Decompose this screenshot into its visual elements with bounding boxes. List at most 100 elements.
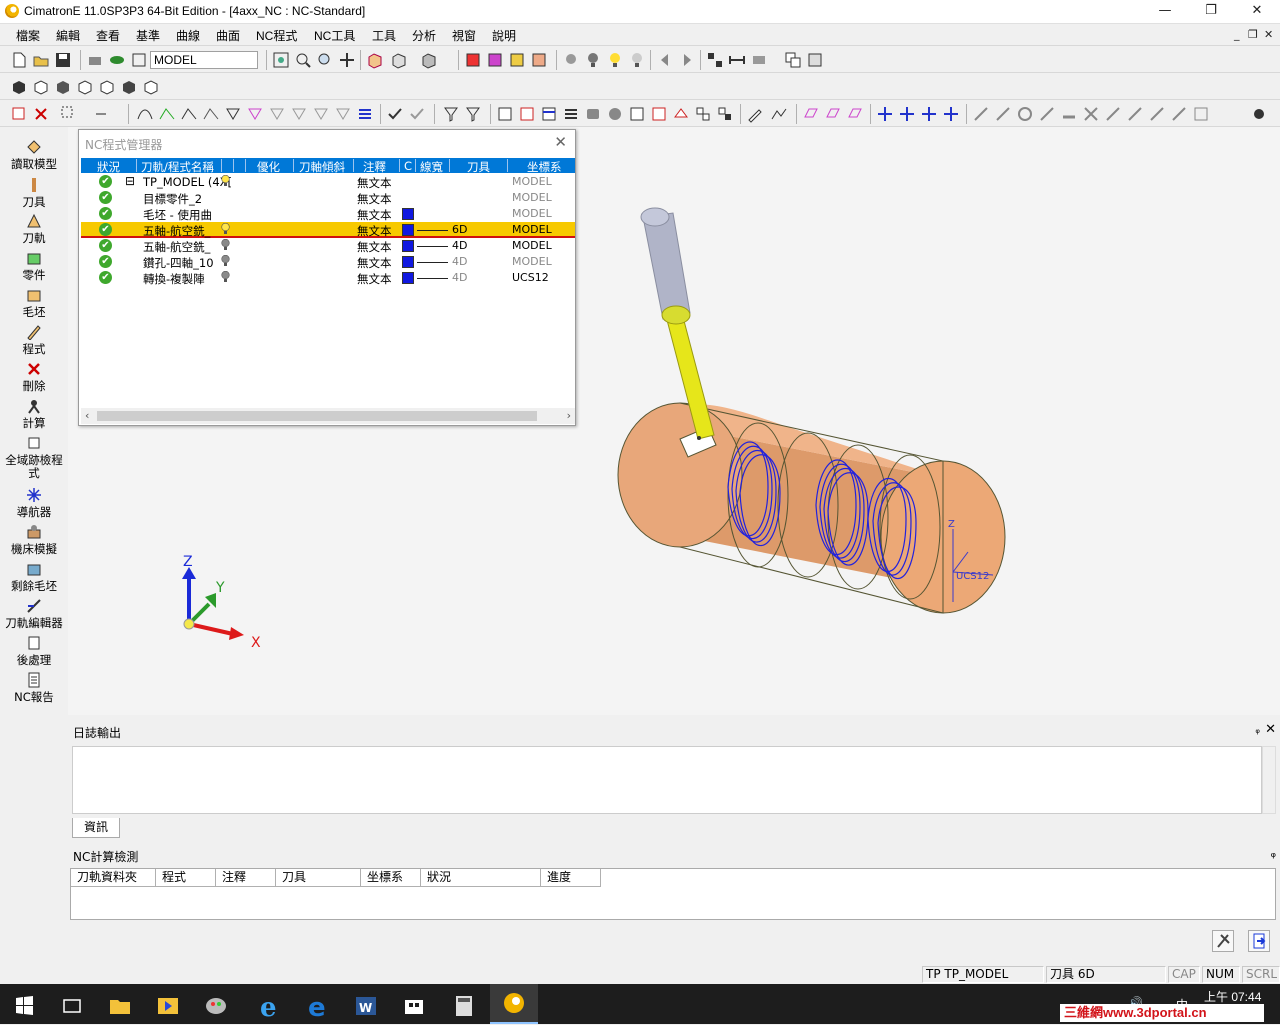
pick-filter-icon[interactable]	[10, 105, 28, 123]
maximize-button[interactable]: ❐	[1188, 0, 1234, 24]
paste-icon[interactable]	[806, 51, 824, 69]
more-tools-icon[interactable]	[1250, 105, 1268, 123]
line-tool-7-icon[interactable]	[1148, 105, 1166, 123]
task-view-icon[interactable]	[48, 988, 96, 1024]
curve-tool-8-icon[interactable]	[290, 105, 308, 123]
bulb-off-icon[interactable]	[584, 51, 602, 69]
axis-tool-3-icon[interactable]	[920, 105, 938, 123]
load-model-button[interactable]: 讀取模型	[0, 139, 68, 171]
view-right-icon[interactable]	[76, 78, 94, 96]
menu-view[interactable]: 查看	[96, 27, 120, 44]
delete-button[interactable]: 刪除	[0, 361, 68, 393]
view-top-icon[interactable]	[54, 78, 72, 96]
nc-tool-9-icon[interactable]	[672, 105, 690, 123]
mdi-restore-button[interactable]: ❐	[1248, 28, 1258, 41]
scroll-right-icon[interactable]: ›	[567, 409, 571, 422]
calculator-icon[interactable]	[440, 988, 488, 1024]
store-icon[interactable]	[390, 988, 438, 1024]
clock[interactable]: 上午 07:44	[1204, 988, 1261, 1005]
nc-manager-hscroll[interactable]: ‹ ›	[81, 408, 575, 424]
bulb-off-icon[interactable]	[221, 255, 230, 267]
calc-col-coord[interactable]: 坐標系	[361, 869, 421, 887]
filter-icon-4[interactable]	[530, 51, 548, 69]
menu-surface[interactable]: 曲面	[216, 27, 240, 44]
line-tool-8-icon[interactable]	[1170, 105, 1188, 123]
close-button[interactable]: ✕	[1234, 0, 1280, 24]
curve-tool-4-icon[interactable]	[202, 105, 220, 123]
back-icon[interactable]	[656, 51, 674, 69]
nc-tool-8-icon[interactable]	[650, 105, 668, 123]
nc-tree-row[interactable]: ✔ 目標零件_2 無文本 MODEL	[81, 190, 575, 206]
view-iso-icon[interactable]	[10, 78, 28, 96]
tree-collapse-icon[interactable]: ⊟	[125, 174, 135, 188]
view-front-icon[interactable]	[32, 78, 50, 96]
surface-tool-3-icon[interactable]	[846, 105, 864, 123]
axis-tool-1-icon[interactable]	[876, 105, 894, 123]
media-player-icon[interactable]	[144, 988, 192, 1024]
line-tool-2-icon[interactable]	[994, 105, 1012, 123]
nc-tool-1-icon[interactable]	[496, 105, 514, 123]
nc-tool-6-icon[interactable]	[606, 105, 624, 123]
options-icon[interactable]	[750, 51, 768, 69]
word-icon[interactable]: W	[342, 988, 390, 1024]
navigator-button[interactable]: 導航器	[0, 487, 68, 519]
zoom-all-icon[interactable]	[272, 51, 290, 69]
internet-explorer-icon[interactable]: e	[246, 988, 294, 1024]
menu-nc-tools[interactable]: NC工具	[314, 27, 355, 44]
col-name[interactable]: 刀軌/程式名稱	[141, 159, 214, 175]
nc-tool-7-icon[interactable]	[628, 105, 646, 123]
save-icon[interactable]	[54, 51, 72, 69]
zoom-icon[interactable]	[316, 51, 334, 69]
stop-calc-button[interactable]	[1212, 930, 1234, 952]
line-tool-4-icon[interactable]	[1060, 105, 1078, 123]
nc-tree-row[interactable]: ✔ 鑽孔-四軸_10 無文本 4D MODEL	[81, 254, 575, 270]
col-coord[interactable]: 坐標系	[527, 159, 562, 175]
new-file-icon[interactable]	[10, 51, 28, 69]
check-tool-1-icon[interactable]	[386, 105, 404, 123]
circle-tool-icon[interactable]	[1016, 105, 1034, 123]
render-mode-icon[interactable]	[420, 51, 438, 69]
nc-tree-row[interactable]: ✔ 五軸-航空銑_ 無文本 6D MODEL	[81, 222, 575, 238]
toolpath-editor-button[interactable]: 刀軌編輯器	[0, 598, 68, 630]
part-button[interactable]: 零件	[0, 250, 68, 282]
minimize-button[interactable]: —	[1142, 0, 1188, 24]
calc-col-folder[interactable]: 刀軌資料夾	[71, 869, 156, 887]
remaining-stock-button[interactable]: 剩餘毛坯	[0, 561, 68, 593]
tab-info[interactable]: 資訊	[72, 818, 120, 838]
col-tilt[interactable]: 刀軸傾斜	[299, 159, 345, 175]
calc-col-note[interactable]: 注釋	[216, 869, 276, 887]
nc-tree-row[interactable]: ✔ ⊟ TP_MODEL (4X[無文本 MODEL	[81, 174, 575, 190]
filter-icon-2[interactable]	[486, 51, 504, 69]
nc-report-button[interactable]: NC報告	[0, 672, 68, 704]
machine-sim-button[interactable]: 機床模擬	[0, 524, 68, 556]
nc-tool-3-icon[interactable]	[540, 105, 558, 123]
hierarchy-icon[interactable]	[706, 51, 724, 69]
light-icon[interactable]	[562, 51, 580, 69]
print-icon[interactable]	[86, 51, 104, 69]
bulb-on-icon[interactable]	[606, 51, 624, 69]
bulb-on-icon[interactable]	[221, 223, 230, 235]
line-tool-6-icon[interactable]	[1126, 105, 1144, 123]
col-color[interactable]: C	[404, 159, 412, 173]
col-tool[interactable]: 刀具	[467, 159, 490, 175]
filter-icon-3[interactable]	[508, 51, 526, 69]
sketch-icon[interactable]	[746, 105, 764, 123]
pan-icon[interactable]	[338, 51, 356, 69]
scroll-left-icon[interactable]: ‹	[85, 409, 89, 422]
model-set-icon[interactable]	[130, 51, 148, 69]
log-pin-icon[interactable]: ᵩ	[1255, 723, 1260, 736]
nc-manager-header[interactable]: NC程式管理器 ✕	[79, 130, 575, 156]
log-text-area[interactable]	[72, 746, 1262, 814]
menu-nc-program[interactable]: NC程式	[256, 27, 297, 44]
surface-tool-1-icon[interactable]	[802, 105, 820, 123]
nc-tool-10-icon[interactable]	[694, 105, 712, 123]
bulb-off-icon[interactable]	[221, 271, 230, 283]
curve-tool-10-icon[interactable]	[334, 105, 352, 123]
color-swatch[interactable]	[402, 208, 414, 220]
select-icon[interactable]	[60, 105, 78, 123]
menu-analysis[interactable]: 分析	[412, 27, 436, 44]
zoom-window-icon[interactable]	[294, 51, 312, 69]
log-vscroll[interactable]	[1262, 746, 1276, 814]
nc-tree-row[interactable]: ✔ 轉換-複製陣 無文本 4D UCS12	[81, 270, 575, 286]
view-bottom-icon[interactable]	[142, 78, 160, 96]
